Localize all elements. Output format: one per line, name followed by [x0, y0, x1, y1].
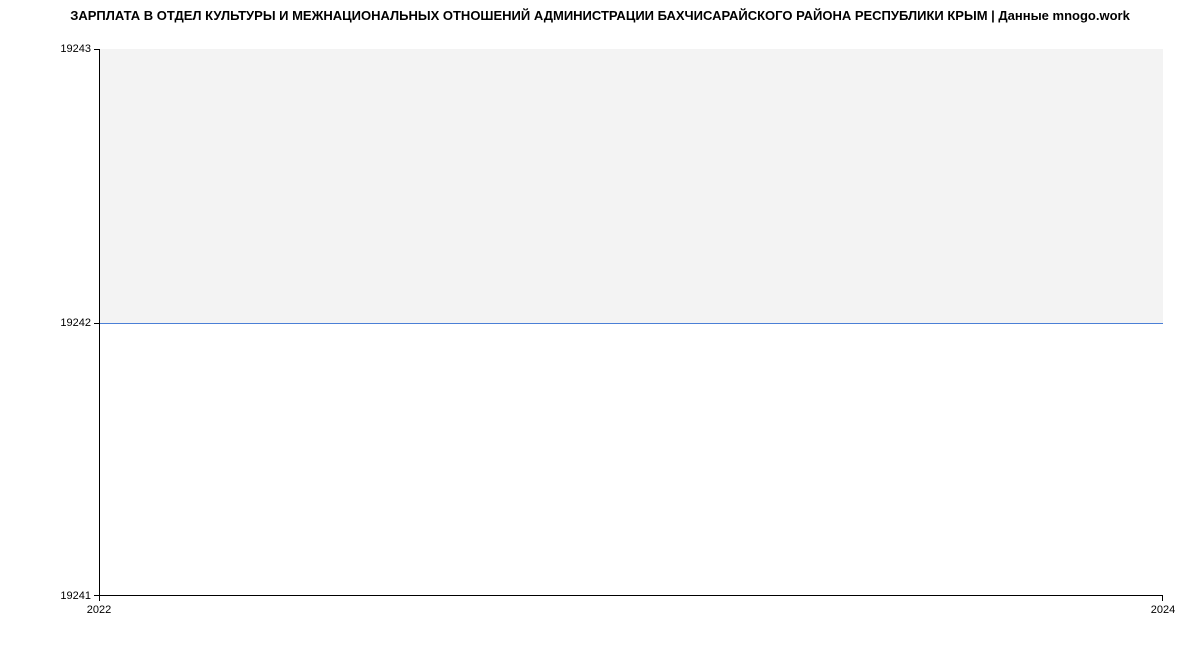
x-tick-label: 2022 [87, 604, 111, 616]
chart-title: ЗАРПЛАТА В ОТДЕЛ КУЛЬТУРЫ И МЕЖНАЦИОНАЛЬ… [0, 0, 1200, 23]
area-fill [99, 49, 1163, 323]
x-tick [1162, 596, 1163, 601]
x-tick-label: 2024 [1151, 604, 1175, 616]
data-line [99, 323, 1163, 324]
chart-plot: 19243 19242 19241 2022 2024 [99, 49, 1163, 596]
x-tick [99, 596, 100, 601]
y-axis [99, 49, 100, 596]
y-tick-label: 19242 [60, 317, 91, 329]
y-tick-label: 19241 [60, 590, 91, 602]
plot-area: 19243 19242 19241 2022 2024 [99, 49, 1163, 596]
x-axis [99, 595, 1163, 596]
y-tick-label: 19243 [60, 43, 91, 55]
y-tick [94, 323, 99, 324]
y-tick [94, 49, 99, 50]
